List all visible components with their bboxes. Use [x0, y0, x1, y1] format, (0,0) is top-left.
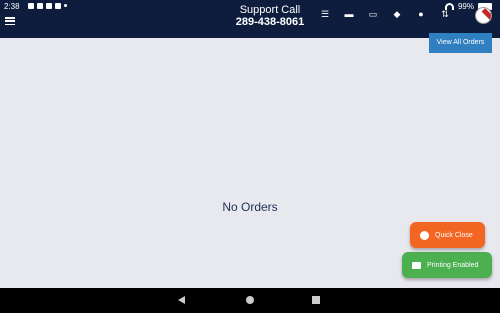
system-navigation-bar — [0, 288, 500, 313]
sort-icon[interactable]: ⇅ — [438, 7, 452, 21]
back-icon[interactable] — [178, 296, 185, 304]
stopwatch-icon — [420, 230, 429, 240]
app-bar: Support Call 289-438-8061 ☰ ▬ ▭ ◆ ● ⇅ — [0, 4, 500, 38]
clock-icon[interactable]: ● — [414, 7, 428, 21]
home-icon[interactable] — [246, 296, 254, 304]
recent-apps-icon[interactable] — [312, 296, 320, 304]
empty-orders-message: No Orders — [222, 200, 278, 214]
printer-icon — [412, 261, 421, 270]
quick-close-button[interactable]: Quick Close — [410, 222, 485, 248]
list-icon[interactable]: ☰ — [318, 7, 332, 21]
quick-close-label: Quick Close — [435, 231, 473, 239]
avatar[interactable] — [475, 7, 492, 24]
graduation-cap-icon[interactable]: ◆ — [390, 7, 404, 21]
card-icon[interactable]: ▭ — [366, 7, 380, 21]
printing-enabled-button[interactable]: Printing Enabled — [402, 252, 492, 278]
receipt-icon[interactable]: ▬ — [342, 7, 356, 21]
printing-enabled-label: Printing Enabled — [427, 261, 479, 269]
view-all-orders-button[interactable]: View All Orders — [429, 33, 492, 53]
